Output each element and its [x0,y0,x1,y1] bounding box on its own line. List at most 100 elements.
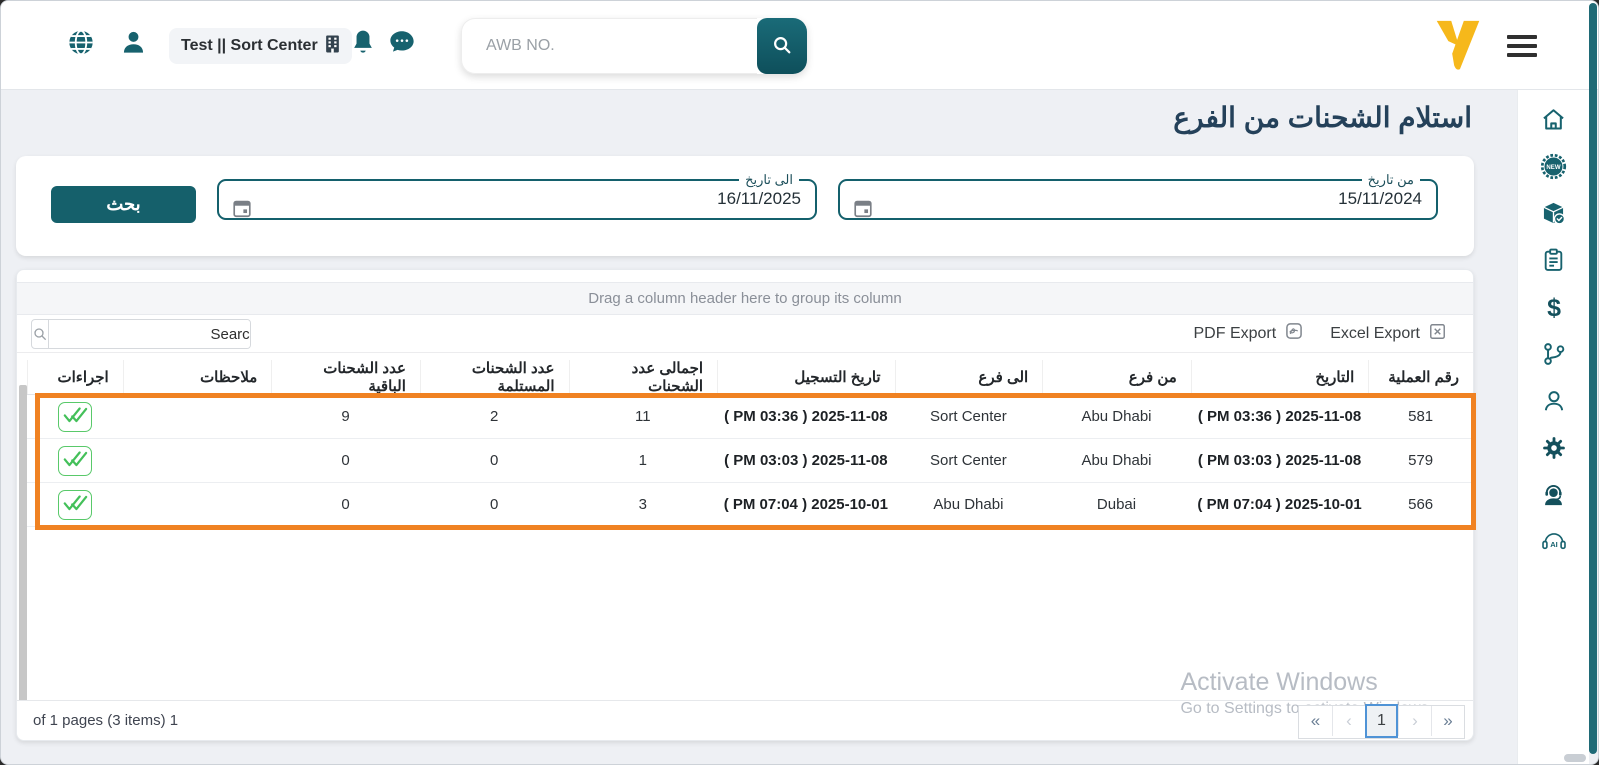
cell-actions [27,395,123,438]
cell-date: ( PM 03:03 ) 2025-11-08 [1197,452,1362,469]
export-actions: PDF Export Excel Export [1194,321,1448,346]
column-header-from-branch[interactable]: من فرع [1042,360,1191,394]
cell-from-branch: Abu Dhabi [1081,408,1152,425]
cell-actions [27,439,123,482]
grid-toolbar: PDF Export Excel Export [17,315,1473,353]
cell-from-branch: Abu Dhabi [1081,452,1152,469]
chat-icon[interactable] [388,29,416,61]
cell-total-shipments: 1 [638,452,647,469]
ai-assistant-icon[interactable]: AI [1539,527,1569,557]
prev-page-button[interactable]: ‹ [1332,706,1365,736]
sidebar-nav: NEW $ AI [1517,90,1589,764]
column-header-actions[interactable]: اجراءات [26,360,123,394]
cell-date: ( PM 03:36 ) 2025-11-08 [1197,408,1362,425]
search-icon [771,34,793,59]
cell-operation-no: 579 [1408,452,1434,469]
support-agent-icon[interactable] [1539,480,1569,510]
notifications-bell-icon[interactable] [350,29,376,62]
cell-operation-no: 581 [1408,408,1434,425]
next-page-button[interactable]: › [1398,706,1431,736]
table-row: 581 ( PM 03:36 ) 2025-11-08 Abu Dhabi Sort … [27,395,1473,439]
receive-shipment-button[interactable] [57,445,92,476]
shipments-box-icon[interactable] [1539,198,1569,228]
pager: « ‹ 1 › » [1298,704,1465,739]
calendar-icon[interactable] [852,197,874,224]
column-header-notes[interactable]: ملاحظات [122,360,272,394]
excel-export-button[interactable]: Excel Export [1330,321,1447,346]
cell-registration-date: ( PM 03:03 ) 2025-11-08 [724,452,888,469]
double-check-icon [62,493,88,516]
from-date-field[interactable]: من تاريخ 15/11/2024 [838,172,1438,220]
finance-dollar-icon[interactable]: $ [1539,292,1569,322]
menu-hamburger-icon[interactable] [1507,35,1537,57]
column-header-registration-date[interactable]: تاريخ التسجيل [717,360,894,394]
receive-shipment-button[interactable] [57,489,92,520]
cell-notes [123,395,272,438]
customers-person-icon[interactable] [1539,386,1569,416]
orders-clipboard-icon[interactable] [1539,245,1569,275]
column-header-received-shipments[interactable]: عدد الشحنات المستلمة [419,360,569,395]
filter-card: من تاريخ 15/11/2024 الى تاريخ 16/11/2025… [16,156,1474,256]
cell-total-shipments: 11 [635,408,651,425]
grid-footer: of 1 pages (3 items) 1 « ‹ 1 › » [17,700,1473,740]
cell-registration-date: ( PM 07:04 ) 2025-10-01 [723,496,888,513]
topbar: Test || Sort Center [1,1,1598,90]
svg-text:$: $ [1547,294,1561,321]
last-page-button[interactable]: » [1431,706,1464,736]
cell-received-shipments: 2 [490,408,499,425]
pdf-file-icon [1284,321,1304,346]
excel-export-label: Excel Export [1330,324,1420,342]
column-header-remaining-shipments[interactable]: عدد الشحنات الباقية [271,360,420,395]
search-button[interactable]: بحث [51,186,196,223]
calendar-icon[interactable] [231,197,253,224]
awb-search-button[interactable] [757,18,807,74]
grid-search-input[interactable] [49,320,250,348]
current-page-button[interactable]: 1 [1365,704,1398,738]
home-icon[interactable] [1539,104,1569,134]
whats-new-icon[interactable]: NEW [1539,151,1569,181]
pdf-export-button[interactable]: PDF Export [1194,321,1305,346]
company-logo-icon [1429,15,1487,75]
settings-gear-icon[interactable] [1539,433,1569,463]
page-scrollbar[interactable] [1589,3,1597,754]
horizontal-scrollbar[interactable] [1564,754,1586,762]
cell-actions [27,483,123,526]
cell-received-shipments: 0 [490,452,499,469]
page-title: استلام الشحنات من الفرع [1173,102,1472,133]
building-icon [325,35,340,58]
table-scrollbar[interactable] [19,385,27,702]
workflow-branch-icon[interactable] [1539,339,1569,369]
cell-to-branch: Sort Center [930,452,1007,469]
group-panel-hint: Drag a column header here to group its c… [588,290,902,307]
cell-to-branch: Sort Center [930,408,1007,425]
user-profile-icon[interactable] [120,29,147,61]
column-header-operation-no[interactable]: رقم العملية [1368,360,1473,394]
cell-remaining-shipments: 9 [341,408,350,425]
to-date-field[interactable]: الى تاريخ 16/11/2025 [217,172,817,220]
column-header-total-shipments[interactable]: اجمالى عدد الشحنات [568,360,718,395]
cell-operation-no: 566 [1408,496,1434,513]
table-row: 566 ( PM 07:04 ) 2025-10-01 Dubai Abu Dhabi… [27,483,1473,527]
from-date-value[interactable]: 15/11/2024 [1338,189,1422,209]
svg-text:NEW: NEW [1546,164,1560,170]
column-header-to-branch[interactable]: الى فرع [894,360,1043,394]
to-date-value[interactable]: 16/11/2025 [717,189,801,209]
excel-file-icon [1428,322,1447,346]
cell-from-branch: Dubai [1096,496,1137,513]
table-header-row: رقم العملية التاريخ من فرع الى فرع تاريخ… [26,360,1473,395]
search-icon [32,320,49,348]
language-globe-icon[interactable] [67,29,95,62]
workspace-label: Test || Sort Center [181,37,318,54]
shipments-grid-card: Drag a column header here to group its c… [16,269,1476,741]
first-page-button[interactable]: « [1299,706,1332,736]
pagination-summary: of 1 pages (3 items) 1 [33,712,179,729]
awb-search-input[interactable] [461,18,757,74]
cell-to-branch: Abu Dhabi [933,496,1004,513]
workspace-selector[interactable]: Test || Sort Center [169,28,352,64]
to-date-label: الى تاريخ [745,172,793,187]
group-panel[interactable]: Drag a column header here to group its c… [17,282,1473,315]
receive-shipment-button[interactable] [57,401,92,432]
column-header-date[interactable]: التاريخ [1190,360,1368,394]
table-rows: 581 ( PM 03:36 ) 2025-11-08 Abu Dhabi Sort … [27,395,1473,527]
cell-notes [123,483,272,526]
